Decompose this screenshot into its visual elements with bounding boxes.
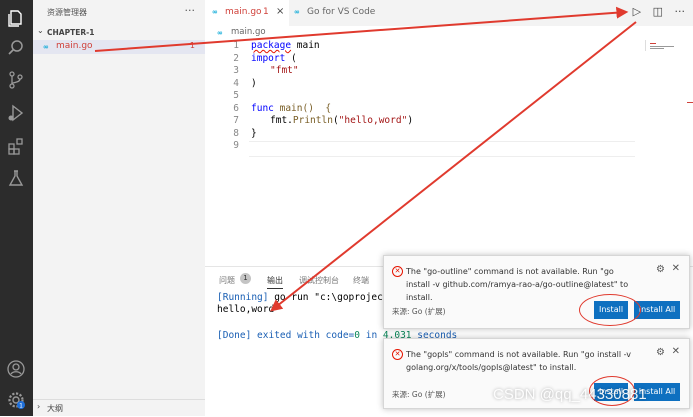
line-number: 6: [233, 102, 239, 114]
code-line: func main() {: [251, 103, 331, 114]
line-number: 7: [233, 115, 239, 126]
error-icon: ✕: [392, 266, 403, 277]
code-editor[interactable]: 1 2 3 4 5 6 7 8 9 package main import ( …: [205, 40, 635, 266]
code-line: }: [251, 128, 257, 139]
folder-label: CHAPTER-1: [47, 28, 95, 37]
code-text: (: [285, 52, 297, 64]
breadcrumb-file[interactable]: main.go: [231, 27, 266, 37]
go-file-icon: ∞: [43, 43, 49, 51]
source-control-icon[interactable]: [6, 70, 26, 90]
notification-message: The "gopls" command is not available. Ru…: [406, 350, 631, 372]
editor-actions: ▷ ◫ ···: [625, 5, 685, 18]
minimap-error-marker: [650, 43, 656, 44]
editor-tabs: ∞ main.go 1 × ∞ Go for VS Code ▷ ◫ ···: [205, 0, 693, 26]
problem-badge: 1: [189, 41, 195, 50]
code-text: fmt.: [270, 115, 293, 126]
chevron-down-icon: ⌄: [37, 26, 44, 35]
go-file-icon: ∞: [212, 8, 218, 16]
string-literal: "hello,word": [338, 115, 408, 126]
tab-problem-badge: 1: [263, 7, 269, 17]
keyword: import: [251, 52, 286, 64]
close-icon[interactable]: ✕: [672, 263, 680, 274]
keyword: func: [251, 102, 274, 114]
annotation-circle: [579, 294, 641, 326]
file-item-main-go[interactable]: ∞ main.go 1: [33, 40, 205, 54]
code-line: ): [251, 78, 257, 89]
minimap-line: [650, 46, 674, 47]
minimap-slider[interactable]: [645, 40, 693, 51]
go-file-icon: ∞: [294, 8, 300, 16]
tab-output[interactable]: 输出: [267, 275, 283, 289]
running-tag: [Running]: [217, 292, 269, 303]
explorer-sidebar: 资源管理器 ··· ⌄ CHAPTER-1 ∞ main.go 1 › 大纲: [33, 0, 205, 416]
close-icon[interactable]: ×: [276, 6, 284, 17]
more-actions-icon[interactable]: ···: [185, 4, 196, 17]
explorer-title: 资源管理器: [47, 8, 87, 17]
explorer-icon[interactable]: [6, 8, 26, 28]
notification-go-outline: ✕ The "go-outline" command is not availa…: [383, 255, 690, 329]
tab-go-for-vscode[interactable]: ∞ Go for VS Code: [291, 0, 401, 26]
line-number: 9: [233, 140, 239, 151]
tab-main-go[interactable]: ∞ main.go 1 ×: [205, 0, 289, 26]
notification-source: 来源: Go (扩展): [392, 390, 446, 399]
tab-terminal[interactable]: 终端: [353, 275, 369, 286]
tab-label: main.go: [225, 7, 262, 17]
tab-debug-console[interactable]: 调试控制台: [299, 275, 339, 286]
minimap-line: [650, 48, 664, 49]
manage-gear-icon[interactable]: 1: [6, 390, 26, 410]
line-number: 2: [233, 52, 239, 64]
breadcrumb: ∞ main.go: [205, 26, 635, 40]
go-file-icon: ∞: [217, 29, 223, 37]
testing-icon[interactable]: [6, 168, 26, 188]
svg-text:1: 1: [19, 403, 23, 410]
line-number: 1: [233, 40, 239, 51]
activity-bar: 1: [0, 0, 33, 416]
watermark: CSDN @qq_44330881: [493, 386, 647, 403]
code-text: ): [407, 115, 414, 126]
done-mid: in: [360, 330, 383, 341]
code-text: ): [251, 77, 257, 89]
problems-count-badge: 1: [240, 273, 251, 284]
notification-source: 来源: Go (扩展): [392, 307, 446, 316]
line-number: 4: [233, 77, 239, 89]
line-number: 5: [233, 90, 239, 101]
file-name: main.go: [56, 41, 93, 51]
outline-label: 大纲: [47, 404, 63, 413]
code-text: main: [291, 40, 320, 51]
code-line: "fmt": [270, 65, 299, 76]
output-running-line: [Running] go run "c:\goproject\sr: [217, 292, 406, 303]
run-debug-icon[interactable]: [6, 103, 26, 123]
code-text: main() {: [273, 102, 332, 114]
explorer-header: 资源管理器 ···: [33, 0, 205, 24]
split-editor-icon[interactable]: ◫: [653, 5, 663, 18]
output-hello-line: hello,word: [217, 304, 275, 315]
extensions-icon[interactable]: [6, 136, 26, 156]
current-line-highlight: [249, 141, 635, 157]
keyword: package: [251, 40, 292, 51]
code-text: }: [251, 127, 257, 139]
line-number: 8: [233, 127, 239, 139]
code-line: package main: [251, 40, 320, 51]
code-line: import (: [251, 53, 297, 64]
function-name: Println: [292, 115, 333, 126]
chevron-right-icon: ›: [37, 402, 41, 411]
scrollbar-error-marker: [687, 102, 693, 103]
search-icon[interactable]: [6, 38, 26, 58]
close-icon[interactable]: ✕: [672, 346, 680, 357]
done-prefix: [Done] exited with code=: [217, 330, 355, 341]
account-icon[interactable]: [6, 359, 26, 379]
gear-icon[interactable]: ⚙: [656, 347, 665, 358]
line-number: 3: [233, 65, 239, 76]
tab-problems[interactable]: 问题: [219, 275, 235, 286]
run-icon[interactable]: ▷: [633, 5, 641, 18]
code-line: fmt.Println("hello,word"): [270, 115, 413, 126]
folder-chapter-1[interactable]: ⌄ CHAPTER-1: [33, 26, 205, 40]
tab-label: Go for VS Code: [307, 7, 376, 17]
gear-icon[interactable]: ⚙: [656, 264, 665, 275]
more-actions-icon[interactable]: ···: [675, 5, 686, 18]
minimap[interactable]: [640, 26, 693, 266]
error-icon: ✕: [392, 349, 403, 360]
outline-section[interactable]: › 大纲: [33, 399, 205, 416]
string-literal: "fmt": [270, 65, 299, 76]
